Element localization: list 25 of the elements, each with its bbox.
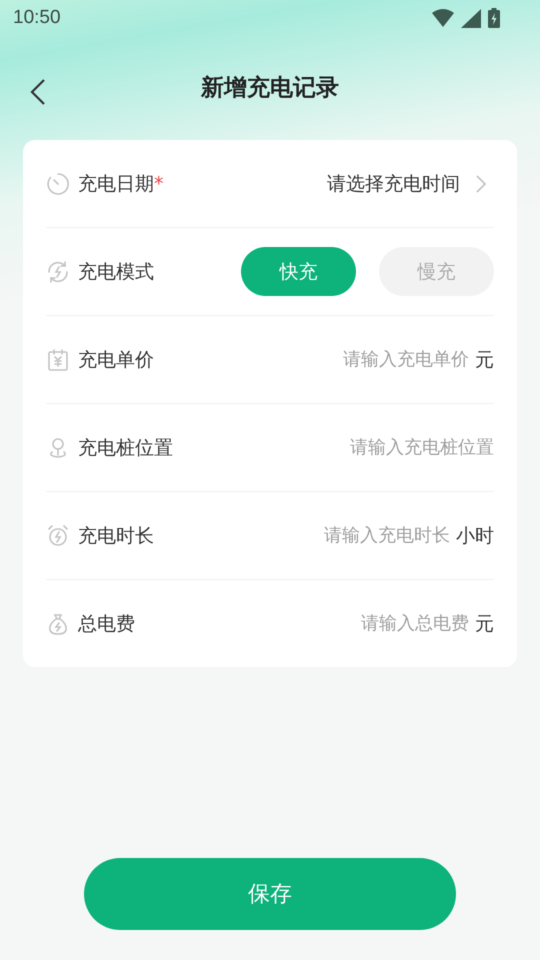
mode-option[interactable]: 快充 <box>241 247 356 296</box>
field-label: 充电日期* <box>78 172 164 196</box>
save-button[interactable]: 保存 <box>84 858 456 930</box>
back-icon[interactable] <box>30 78 46 106</box>
field-label: 充电桩位置 <box>78 436 173 460</box>
field-label: 充电单价 <box>78 348 154 372</box>
refresh-bolt-icon <box>46 260 70 284</box>
field-label: 充电模式 <box>78 260 154 284</box>
signal-icon <box>461 8 481 28</box>
mode-option[interactable]: 慢充 <box>379 247 494 296</box>
date-picker[interactable]: 请选择充电时间 <box>327 170 494 196</box>
unit-label: 小时 <box>456 524 494 548</box>
field-label: 充电时长 <box>78 524 154 548</box>
calendar-yuan-icon <box>46 348 70 372</box>
page-title: 新增充电记录 <box>201 74 339 102</box>
timer-icon <box>46 172 70 196</box>
battery-icon <box>488 8 500 28</box>
unit-label: 元 <box>475 348 494 372</box>
alarm-clock-icon <box>46 524 70 548</box>
status-time: 10:50 <box>13 7 61 29</box>
unit-label: 元 <box>475 612 494 636</box>
chevron-icon <box>476 174 486 192</box>
money-bag-icon <box>46 612 70 636</box>
field-label: 总电费 <box>78 612 135 636</box>
wifi-icon <box>432 9 454 27</box>
